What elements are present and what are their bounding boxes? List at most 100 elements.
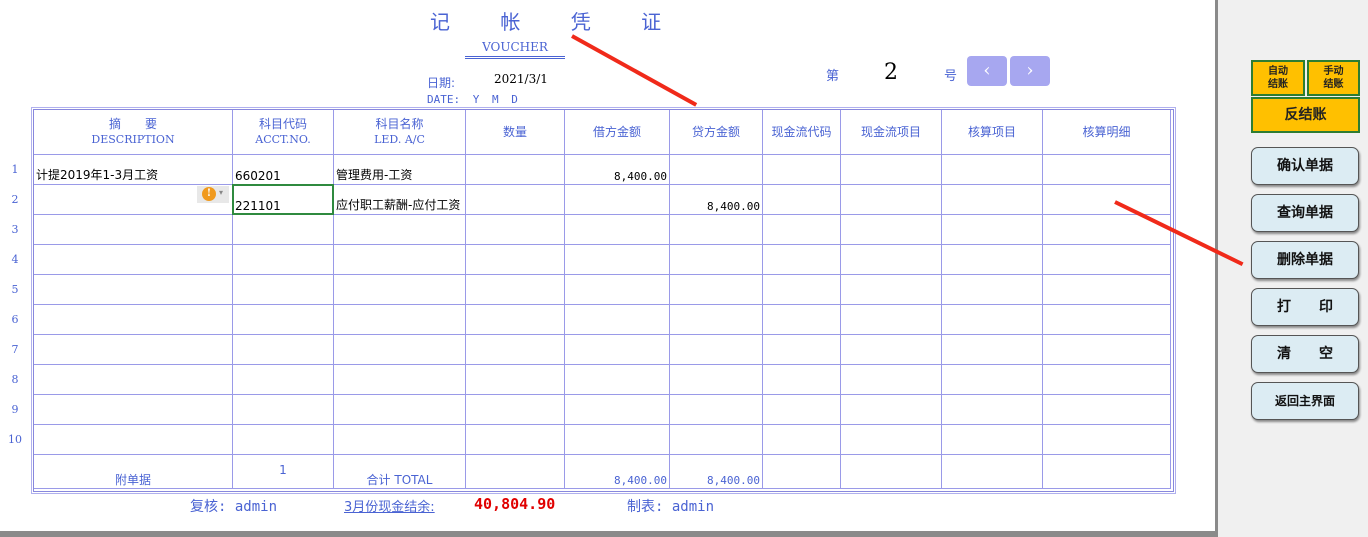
- table-cell[interactable]: [334, 425, 466, 455]
- table-cell[interactable]: [670, 275, 763, 305]
- table-cell[interactable]: [841, 185, 942, 215]
- table-cell[interactable]: [334, 395, 466, 425]
- confirm-voucher-button[interactable]: 确认单据: [1251, 147, 1359, 185]
- table-cell[interactable]: [841, 155, 942, 185]
- table-cell[interactable]: [942, 275, 1043, 305]
- table-cell[interactable]: [841, 245, 942, 275]
- return-main-button[interactable]: 返回主界面: [1251, 382, 1359, 420]
- table-cell[interactable]: [763, 365, 841, 395]
- table-cell[interactable]: [1043, 395, 1171, 425]
- row-number[interactable]: 2: [0, 193, 30, 206]
- table-cell[interactable]: [466, 275, 565, 305]
- table-cell[interactable]: [466, 365, 565, 395]
- table-cell[interactable]: [233, 305, 334, 335]
- table-cell[interactable]: [565, 215, 670, 245]
- table-cell[interactable]: [841, 215, 942, 245]
- table-cell[interactable]: [841, 365, 942, 395]
- attach-count[interactable]: 1: [233, 455, 334, 489]
- error-check-button[interactable]: ! ▾: [197, 186, 229, 203]
- table-cell[interactable]: [565, 395, 670, 425]
- table-cell[interactable]: 管理费用-工资: [334, 155, 466, 185]
- table-cell[interactable]: [1043, 365, 1171, 395]
- table-cell[interactable]: [841, 305, 942, 335]
- table-cell[interactable]: [763, 155, 841, 185]
- table-cell[interactable]: [1043, 275, 1171, 305]
- table-cell[interactable]: [942, 155, 1043, 185]
- table-cell[interactable]: [466, 215, 565, 245]
- table-cell[interactable]: [565, 425, 670, 455]
- row-number[interactable]: 9: [0, 403, 30, 416]
- table-cell[interactable]: [565, 365, 670, 395]
- table-cell[interactable]: 660201: [233, 155, 334, 185]
- table-cell[interactable]: [466, 245, 565, 275]
- table-cell[interactable]: [565, 275, 670, 305]
- table-cell[interactable]: [334, 275, 466, 305]
- table-cell[interactable]: [670, 335, 763, 365]
- table-cell[interactable]: [942, 335, 1043, 365]
- table-cell[interactable]: [763, 395, 841, 425]
- reverse-close-button[interactable]: 反结账: [1251, 97, 1360, 133]
- table-cell[interactable]: [763, 425, 841, 455]
- table-cell[interactable]: [334, 365, 466, 395]
- table-cell[interactable]: [565, 335, 670, 365]
- table-cell[interactable]: [34, 275, 233, 305]
- row-number[interactable]: 10: [0, 433, 30, 446]
- row-number[interactable]: 7: [0, 343, 30, 356]
- table-cell[interactable]: [670, 365, 763, 395]
- table-cell[interactable]: [466, 305, 565, 335]
- table-cell[interactable]: [942, 305, 1043, 335]
- query-voucher-button[interactable]: 查询单据: [1251, 194, 1359, 232]
- row-number[interactable]: 8: [0, 373, 30, 386]
- table-cell[interactable]: [334, 245, 466, 275]
- next-voucher-button[interactable]: ›: [1010, 56, 1050, 86]
- delete-voucher-button[interactable]: 删除单据: [1251, 241, 1359, 279]
- table-cell[interactable]: [334, 335, 466, 365]
- row-number[interactable]: 4: [0, 253, 30, 266]
- prev-voucher-button[interactable]: ‹: [967, 56, 1007, 86]
- table-cell[interactable]: 计提2019年1-3月工资: [34, 155, 233, 185]
- table-cell[interactable]: [233, 365, 334, 395]
- table-cell[interactable]: [233, 215, 334, 245]
- table-cell[interactable]: [942, 185, 1043, 215]
- selected-cell[interactable]: [232, 184, 334, 215]
- row-number[interactable]: 3: [0, 223, 30, 236]
- table-cell[interactable]: [670, 155, 763, 185]
- table-cell[interactable]: [763, 305, 841, 335]
- clear-button[interactable]: 清 空: [1251, 335, 1359, 373]
- table-cell[interactable]: [942, 425, 1043, 455]
- table-cell[interactable]: [233, 425, 334, 455]
- table-cell[interactable]: [763, 335, 841, 365]
- table-cell[interactable]: [34, 305, 233, 335]
- table-cell[interactable]: [34, 425, 233, 455]
- table-cell[interactable]: [942, 245, 1043, 275]
- table-cell[interactable]: [841, 395, 942, 425]
- table-cell[interactable]: 8,400.00: [565, 155, 670, 185]
- table-cell[interactable]: [233, 335, 334, 365]
- table-cell[interactable]: [466, 185, 565, 215]
- table-cell[interactable]: [841, 275, 942, 305]
- row-number[interactable]: 5: [0, 283, 30, 296]
- voucher-number[interactable]: 2: [884, 60, 898, 85]
- table-cell[interactable]: [763, 275, 841, 305]
- table-cell[interactable]: [1043, 425, 1171, 455]
- table-cell[interactable]: [670, 425, 763, 455]
- manual-close-button[interactable]: 手动 结账: [1307, 60, 1360, 96]
- table-cell[interactable]: [34, 395, 233, 425]
- table-cell[interactable]: [670, 215, 763, 245]
- table-cell[interactable]: [233, 395, 334, 425]
- table-cell[interactable]: [942, 365, 1043, 395]
- table-cell[interactable]: [841, 335, 942, 365]
- table-cell[interactable]: [34, 245, 233, 275]
- table-cell[interactable]: [763, 245, 841, 275]
- table-cell[interactable]: [565, 305, 670, 335]
- table-cell[interactable]: [565, 185, 670, 215]
- table-cell[interactable]: [670, 245, 763, 275]
- table-cell[interactable]: [565, 245, 670, 275]
- table-cell[interactable]: [466, 395, 565, 425]
- row-number[interactable]: 1: [0, 163, 30, 176]
- table-cell[interactable]: [334, 305, 466, 335]
- table-cell[interactable]: 应付职工薪酬-应付工资: [334, 185, 466, 215]
- table-cell[interactable]: [233, 245, 334, 275]
- table-cell[interactable]: [670, 395, 763, 425]
- table-cell[interactable]: [466, 155, 565, 185]
